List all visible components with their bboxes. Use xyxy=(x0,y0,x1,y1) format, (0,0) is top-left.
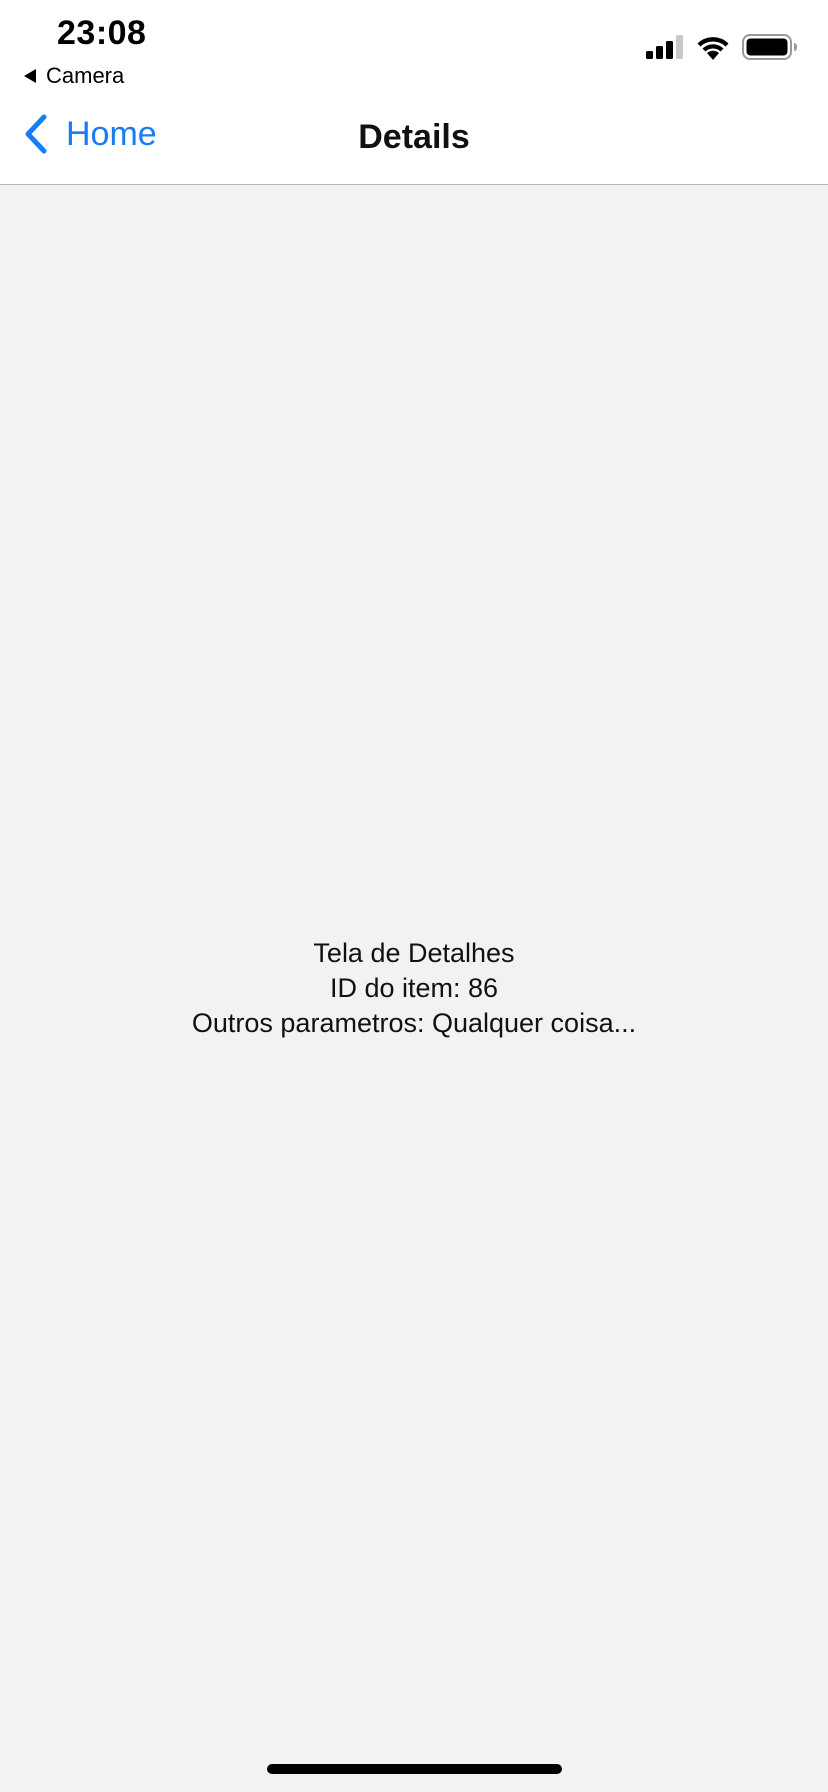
details-heading: Tela de Detalhes xyxy=(313,938,515,968)
status-bar: 23:08 Camera xyxy=(0,0,828,92)
wifi-icon xyxy=(697,37,729,60)
page-title: Details xyxy=(358,118,470,156)
navigation-bar: Home Details xyxy=(0,92,828,185)
back-to-app-button[interactable]: Camera xyxy=(24,63,124,89)
status-icons xyxy=(646,34,798,60)
cellular-signal-icon xyxy=(646,35,683,59)
back-triangle-icon xyxy=(24,69,36,83)
back-app-label: Camera xyxy=(46,63,125,88)
status-time: 23:08 xyxy=(57,14,147,52)
item-id-text: ID do item: 86 xyxy=(329,973,499,1003)
details-content: Tela de Detalhes ID do item: 86 Outros p… xyxy=(0,936,828,1041)
battery-icon xyxy=(742,34,797,60)
other-params-text: Outros parametros: Qualquer coisa... xyxy=(191,1008,637,1038)
home-indicator[interactable] xyxy=(267,1764,562,1774)
